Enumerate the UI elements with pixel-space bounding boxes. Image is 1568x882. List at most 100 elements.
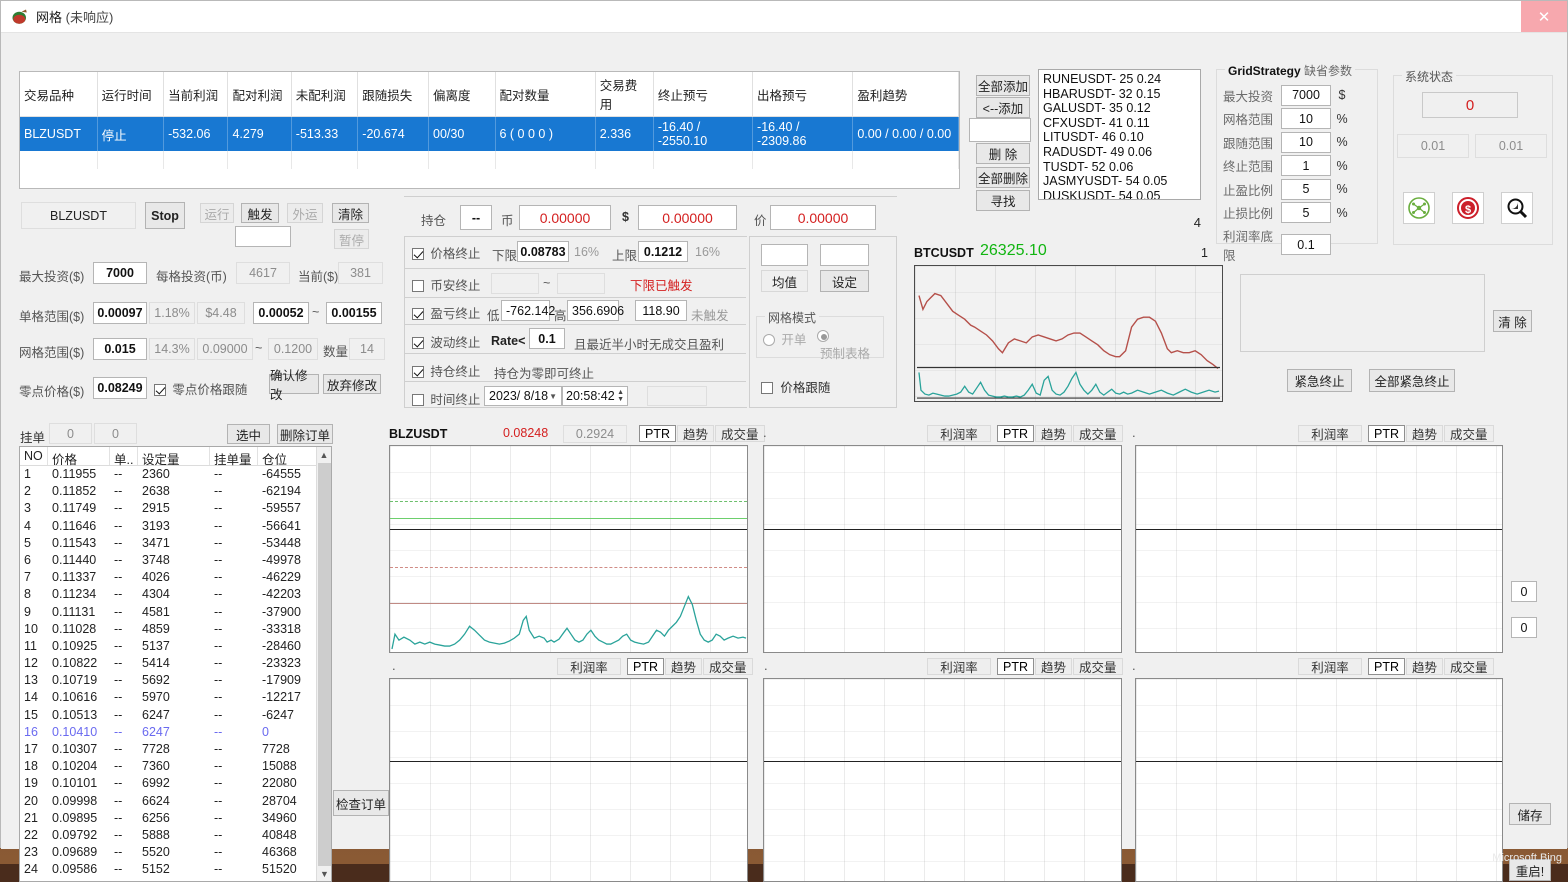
position-stop-checkbox[interactable]: 持仓终止 — [412, 361, 480, 380]
set-button[interactable]: 设定 — [820, 270, 869, 292]
list-item[interactable]: JASMYUSDT- 54 0.05 — [1043, 174, 1196, 189]
scroll-down-icon[interactable]: ▼ — [317, 866, 332, 881]
panel6-tab-ptr[interactable]: PTR — [1368, 658, 1405, 675]
price-stop-checkbox[interactable]: 价格终止 — [412, 243, 480, 262]
log-textarea[interactable] — [1240, 274, 1485, 352]
col-5[interactable]: 跟随损失 — [358, 72, 429, 117]
mean-button[interactable]: 均值 — [761, 270, 808, 292]
time-stop-checkbox[interactable]: 时间终止 — [412, 389, 480, 408]
btc-chart[interactable] — [914, 265, 1223, 402]
col-7[interactable]: 配对数量 — [495, 72, 595, 117]
panel2-chart[interactable] — [763, 445, 1122, 653]
panel5-tab-trend[interactable]: 趋势 — [1035, 658, 1072, 675]
list-item[interactable]: CFXUSDT- 41 0.11 — [1043, 116, 1196, 131]
order-row[interactable]: 80.11234--4304---42203 — [20, 586, 331, 603]
grid-range-input[interactable]: 0.015 — [93, 338, 147, 360]
order-row[interactable]: 160.10410--6247--0 — [20, 724, 331, 741]
find-button[interactable]: 寻找 — [976, 190, 1030, 211]
order-row[interactable]: 220.09792--5888--40848 — [20, 827, 331, 844]
emergency-stop-all-button[interactable]: 全部紧急终止 — [1369, 369, 1455, 392]
panel1-tab-volume[interactable]: 成交量 — [715, 425, 765, 442]
col-8[interactable]: 交易费用 — [595, 72, 653, 117]
col-10[interactable]: 出格预亏 — [753, 72, 853, 117]
table-row[interactable]: BLZUSDT 停止 -532.06 4.279 -513.33 -20.674… — [20, 117, 959, 152]
gs-value[interactable]: 10 — [1281, 132, 1331, 153]
magnifier-icon[interactable] — [1501, 192, 1533, 224]
order-row[interactable]: 180.10204--7360--15088 — [20, 758, 331, 775]
volatility-rate-input[interactable]: 0.1 — [529, 328, 565, 349]
price-follow-checkbox[interactable]: 价格跟随 — [761, 377, 830, 396]
panel5-tab-ptr[interactable]: PTR — [997, 658, 1034, 675]
gs-value[interactable]: 5 — [1281, 179, 1331, 200]
order-row[interactable]: 130.10719--5692---17909 — [20, 672, 331, 689]
binance-low-input[interactable] — [491, 273, 539, 294]
panel1-tab-trend[interactable]: 趋势 — [677, 425, 714, 442]
order-row[interactable]: 40.11646--3193---56641 — [20, 518, 331, 535]
panel3-chart[interactable] — [1135, 445, 1503, 653]
scroll-up-icon[interactable]: ▲ — [317, 447, 331, 462]
panel2-tab-ptr[interactable]: PTR — [997, 425, 1034, 442]
order-row[interactable]: 210.09895--6256--34960 — [20, 810, 331, 827]
orders-col-setqty[interactable]: 设定量 — [138, 447, 210, 465]
trigger-button[interactable]: 触发 — [241, 203, 279, 223]
panel6-tab-profit-rate[interactable]: 利润率 — [1298, 658, 1362, 675]
col-2[interactable]: 当前利润 — [164, 72, 228, 117]
single-range-high[interactable]: 0.00155 — [326, 302, 382, 324]
col-3[interactable]: 配对利润 — [228, 72, 291, 117]
col-11[interactable]: 盈利趋势 — [853, 72, 959, 117]
pnl-low-input[interactable]: -762.142 — [501, 300, 550, 321]
col-9[interactable]: 终止预亏 — [653, 72, 752, 117]
time-stop-date-picker[interactable]: 2023/ 8/18 ▼ — [484, 386, 562, 406]
mean-input-b[interactable] — [820, 244, 869, 266]
order-row[interactable]: 60.11440--3748---49978 — [20, 552, 331, 569]
order-row[interactable]: 190.10101--6992--22080 — [20, 775, 331, 792]
order-row[interactable]: 140.10616--5970---12217 — [20, 689, 331, 706]
orders-col-position[interactable]: 仓位 — [258, 447, 318, 465]
order-row[interactable]: 170.10307--7728--7728 — [20, 741, 331, 758]
orders-col-no[interactable]: NO — [20, 447, 48, 465]
order-row[interactable]: 30.11749--2915---59557 — [20, 500, 331, 517]
order-row[interactable]: 50.11543--3471---53448 — [20, 535, 331, 552]
close-icon[interactable]: ✕ — [1521, 1, 1567, 32]
list-item[interactable]: HBARUSDT- 32 0.15 — [1043, 87, 1196, 102]
mean-input-a[interactable] — [761, 244, 808, 266]
time-stop-time-spinner[interactable]: 20:58:42 ▲▼ — [562, 386, 628, 406]
max-invest-input[interactable]: 7000 — [93, 262, 147, 284]
panel1-chart[interactable] — [389, 445, 748, 653]
emergency-stop-button[interactable]: 紧急终止 — [1287, 369, 1352, 392]
panel2-tab-volume[interactable]: 成交量 — [1073, 425, 1123, 442]
single-range-low[interactable]: 0.00052 — [253, 302, 309, 324]
col-6[interactable]: 偏离度 — [429, 72, 496, 117]
gs-value[interactable]: 10 — [1281, 108, 1331, 129]
list-item[interactable]: TUSDT- 52 0.06 — [1043, 160, 1196, 175]
pnl-stop-checkbox[interactable]: 盈亏终止 — [412, 303, 480, 322]
add-all-button[interactable]: 全部添加 — [976, 75, 1030, 96]
zero-price-input[interactable]: 0.08249 — [93, 377, 147, 399]
delete-orders-button[interactable]: 删除订单 — [277, 424, 333, 444]
col-0[interactable]: 交易品种 — [20, 72, 97, 117]
panel3-tab-ptr[interactable]: PTR — [1368, 425, 1405, 442]
order-row[interactable]: 100.11028--4859---33318 — [20, 621, 331, 638]
symbol-input[interactable] — [969, 118, 1031, 142]
panel5-tab-volume[interactable]: 成交量 — [1073, 658, 1123, 675]
price-low-input[interactable]: 0.08783 — [517, 241, 569, 262]
gs-value[interactable]: 5 — [1281, 202, 1331, 223]
scrollbar-thumb[interactable] — [318, 463, 331, 882]
right-box-top[interactable]: 0 — [1511, 581, 1537, 602]
volatility-stop-checkbox[interactable]: 波动终止 — [412, 332, 480, 351]
binance-stop-checkbox[interactable]: 币安终止 — [412, 275, 480, 294]
pnl-high-input[interactable]: 356.6906 — [567, 300, 619, 321]
save-button[interactable]: 储存 — [1509, 803, 1551, 825]
panel3-tab-volume[interactable]: 成交量 — [1444, 425, 1494, 442]
right-box-bottom[interactable]: 0 — [1511, 617, 1537, 638]
order-row[interactable]: 10.11955--2360---64555 — [20, 466, 331, 483]
list-item[interactable]: DUSKUSDT- 54 0.05 — [1043, 189, 1196, 200]
panel6-tab-trend[interactable]: 趋势 — [1406, 658, 1443, 675]
symbol-list[interactable]: RUNEUSDT- 25 0.24 HBARUSDT- 32 0.15 GALU… — [1038, 69, 1201, 200]
stop-button[interactable]: Stop — [145, 202, 185, 229]
order-row[interactable]: 150.10513--6247---6247 — [20, 707, 331, 724]
gs-value[interactable]: 7000 — [1281, 85, 1331, 106]
add-button[interactable]: <--添加 — [976, 97, 1030, 118]
orders-scrollbar[interactable]: ▲ ▼ — [316, 447, 331, 881]
list-item[interactable]: RADUSDT- 49 0.06 — [1043, 145, 1196, 160]
